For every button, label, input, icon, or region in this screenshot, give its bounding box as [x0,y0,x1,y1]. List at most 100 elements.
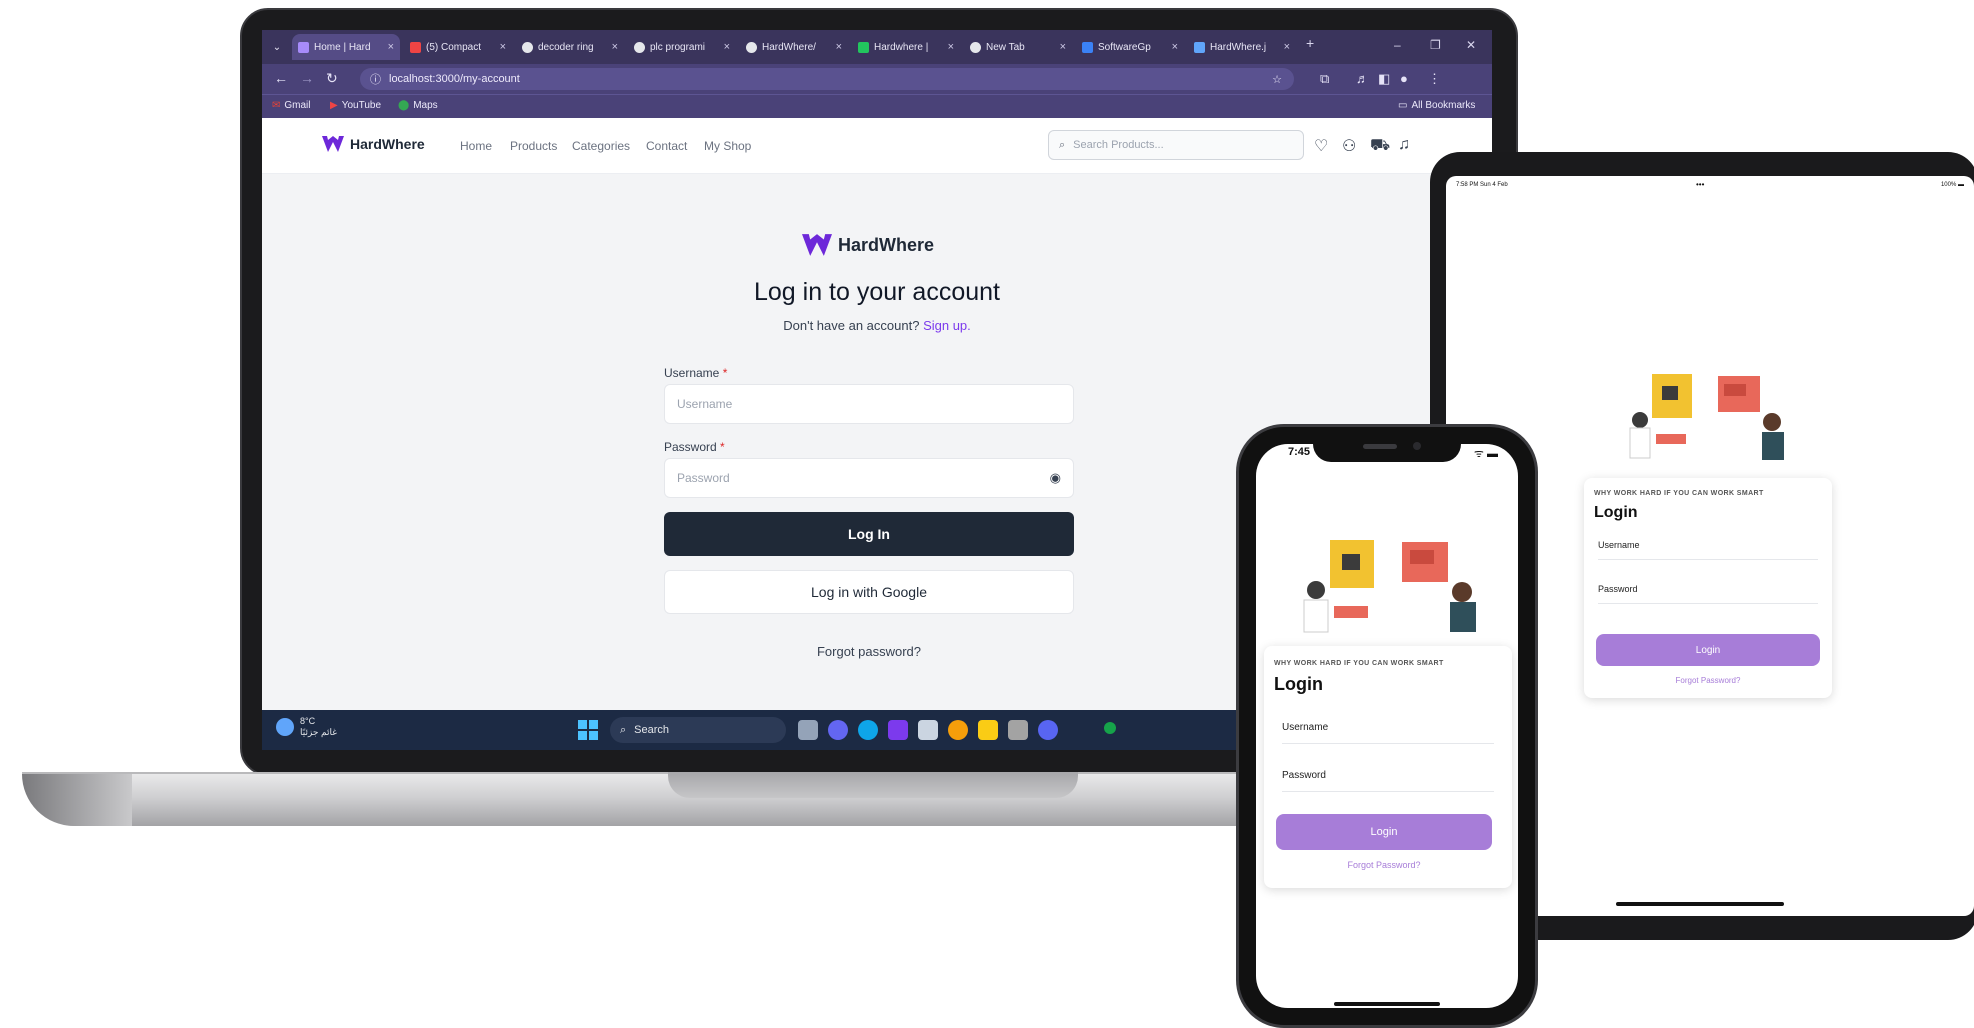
address-bar[interactable]: ⓘ localhost:3000/my-account ☆ [360,68,1294,90]
eye-slash-icon[interactable]: ◉ [1050,470,1061,486]
tablet-password-field[interactable]: Password [1598,584,1818,604]
tablet-username-field[interactable]: Username [1598,540,1818,560]
more-dots-icon: ••• [1696,180,1705,189]
browser-tab[interactable]: Home | Hard × [292,34,400,60]
chat-icon[interactable] [828,720,848,740]
close-icon[interactable]: × [1172,41,1178,53]
bookmarks-bar: ✉ Gmail ▶ YouTube ⬤ Maps ▭ All Bookmarks [262,94,1492,118]
cart-icon[interactable]: ⛟ [1370,136,1390,156]
github-favicon-icon [746,41,757,53]
user-icon[interactable]: ⚇ [1342,136,1356,156]
nav-link-contact[interactable]: Contact [646,139,687,153]
back-arrow-icon[interactable]: ← [274,70,288,86]
close-icon[interactable]: × [724,41,730,53]
side-panel-icon[interactable]: ◧ [1378,71,1390,87]
edge-icon[interactable] [858,720,878,740]
close-icon[interactable]: × [500,41,506,53]
weather-cloud-icon [276,718,294,736]
site-info-icon[interactable]: ⓘ [370,71,381,87]
close-window-icon[interactable]: ✕ [1466,38,1476,52]
google-favicon-icon [634,41,645,53]
browser-tab[interactable]: HardWhere.j × [1188,34,1296,60]
tab-label: Home | Hard [314,41,371,53]
close-icon[interactable]: × [836,41,842,53]
visual-studio-icon[interactable] [888,720,908,740]
username-label-text: Username [664,366,720,380]
bell-icon[interactable]: ♫ [1398,136,1410,154]
site-header: HardWhere Home Products Categories Conta… [262,118,1492,174]
nav-link-categories[interactable]: Categories [572,139,630,153]
username-input[interactable]: Username [664,384,1074,424]
softwaregpu-favicon-icon [1082,41,1093,53]
bookmark-maps[interactable]: ⬤ Maps [398,100,438,111]
store-icon[interactable] [918,720,938,740]
app-icon[interactable] [1008,720,1028,740]
signup-prompt-text: Don't have an account? [783,318,920,333]
home-indicator [1334,1002,1440,1006]
all-bookmarks[interactable]: ▭ All Bookmarks [1398,100,1475,111]
browser-tab[interactable]: plc programi × [628,34,736,60]
extensions-icon[interactable]: ⧉ [1320,71,1329,87]
profile-avatar-icon[interactable]: ● [1400,71,1408,86]
weather-condition: غائم جزئيًا [300,727,337,737]
browser-tab[interactable]: New Tab × [964,34,1072,60]
minimize-icon[interactable]: – [1394,38,1401,52]
bookmark-gmail[interactable]: ✉ Gmail [272,100,311,111]
browser-tab[interactable]: SoftwareGp × [1076,34,1184,60]
close-icon[interactable]: × [948,41,954,53]
tablet-forgot-password-link[interactable]: Forgot Password? [1596,676,1820,685]
windows-start-icon[interactable] [578,720,598,740]
google-login-button[interactable]: Log in with Google [664,570,1074,614]
password-input[interactable]: Password ◉ [664,458,1074,498]
phone-username-field[interactable]: Username [1282,722,1494,744]
login-button[interactable]: Log In [664,512,1074,556]
engineers-illustration [1292,536,1488,636]
chrome-icon[interactable] [948,720,968,740]
browser-tab[interactable]: Hardwhere | × [852,34,960,60]
page-title: Log in to your account [754,278,1000,306]
signup-link[interactable]: Sign up. [923,318,971,333]
tab-search-button[interactable]: ⌄ [266,34,288,60]
product-search-input[interactable]: ⌕ Search Products... [1048,130,1304,160]
heart-icon[interactable]: ♡ [1314,136,1328,156]
task-view-icon[interactable] [798,720,818,740]
tablet-tagline: WHY WORK HARD IF YOU CAN WORK SMART [1594,490,1764,497]
phone-password-field[interactable]: Password [1282,770,1494,792]
tab-label: New Tab [986,41,1025,53]
browser-tab[interactable]: HardWhere/ × [740,34,848,60]
close-icon[interactable]: × [388,41,394,53]
weather-widget[interactable]: 8°C غائم جزئيًا [276,716,337,738]
phone-login-button[interactable]: Login [1276,814,1492,850]
forgot-password-link[interactable]: Forgot password? [664,644,1074,659]
close-icon[interactable]: × [612,41,618,53]
phone-login-title: Login [1274,674,1323,694]
site-logo[interactable]: HardWhere [322,136,425,152]
phone-forgot-password-link[interactable]: Forgot Password? [1276,860,1492,870]
bookmark-youtube[interactable]: ▶ YouTube [330,100,381,111]
nav-link-my-shop[interactable]: My Shop [704,139,751,153]
bookmark-star-icon[interactable]: ☆ [1272,73,1282,86]
discord-icon[interactable] [1038,720,1058,740]
close-icon[interactable]: × [1284,41,1290,53]
bookmark-label: All Bookmarks [1411,100,1476,111]
search-icon: ⌕ [620,723,627,736]
tablet-login-button[interactable]: Login [1596,634,1820,666]
signup-prompt: Don't have an account? Sign up. [262,318,1492,333]
restore-icon[interactable]: ❐ [1430,38,1441,52]
nav-link-products[interactable]: Products [510,139,557,153]
battery-icon: ▬ [1958,182,1964,188]
forward-arrow-icon[interactable]: → [300,70,314,86]
taskbar-search[interactable]: ⌕ Search [610,717,786,743]
browser-tab[interactable]: (5) Compact × [404,34,512,60]
file-explorer-icon[interactable] [978,720,998,740]
media-icon[interactable]: ♬ [1356,71,1369,86]
hardwhere-favicon-icon [298,41,309,53]
close-icon[interactable]: × [1060,41,1066,53]
browser-tab[interactable]: decoder ring × [516,34,624,60]
nav-link-home[interactable]: Home [460,139,492,153]
menu-kebab-icon[interactable]: ⋮ [1428,71,1441,87]
new-tab-icon[interactable]: + [1306,35,1314,51]
username-placeholder: Username [1282,722,1329,733]
gmail-icon: ✉ [272,100,281,111]
reload-icon[interactable]: ↻ [326,70,338,87]
